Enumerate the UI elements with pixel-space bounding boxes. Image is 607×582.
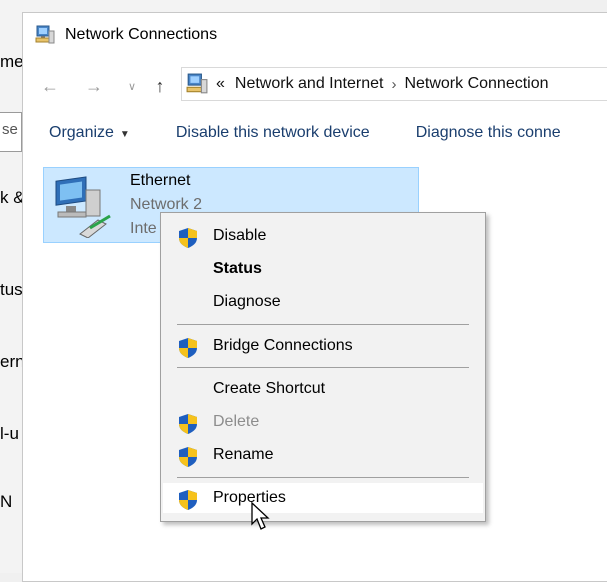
mouse-cursor-icon (251, 502, 270, 530)
address-bar[interactable]: « Network and Internet › Network Connect… (181, 67, 607, 101)
forward-arrow-icon: → (85, 75, 103, 96)
background-text-fragment: tus (0, 280, 23, 299)
menu-item-label: Status (213, 260, 262, 277)
chevron-down-icon: ∨ (127, 80, 137, 93)
disable-device-button[interactable]: Disable this network device (176, 124, 370, 142)
uac-shield-icon (179, 414, 197, 434)
menu-item-label: Create Shortcut (213, 380, 326, 397)
uac-shield-icon (179, 447, 197, 467)
title-bar[interactable]: Network Connections (23, 13, 607, 57)
command-bar: Organize ▼ Disable this network device Di… (23, 113, 607, 153)
context-menu: Disable Status Diagnose Bridge Connectio… (160, 212, 486, 522)
uac-shield-icon (179, 228, 197, 248)
ethernet-adapter-icon (55, 176, 111, 238)
up-button[interactable]: ↑ (147, 73, 173, 99)
adapter-name: Ethernet (130, 172, 191, 189)
adapter-device: Inte (130, 220, 157, 237)
menu-item-delete: Delete (163, 407, 483, 437)
breadcrumb-network-connections[interactable]: Network Connection (404, 75, 548, 93)
background-text-fragment: me (0, 52, 24, 71)
menu-item-create-shortcut[interactable]: Create Shortcut (163, 374, 483, 404)
back-arrow-icon: ← (41, 75, 59, 96)
chevron-right-icon[interactable]: › (391, 76, 396, 93)
menu-item-label: Diagnose (213, 293, 281, 310)
back-button[interactable]: ← (37, 73, 63, 99)
forward-button[interactable]: → (81, 73, 107, 99)
network-connections-icon (35, 25, 55, 44)
background-search-box[interactable]: se (0, 112, 22, 152)
background-text-fragment: N (0, 492, 13, 511)
background-text-fragment: k & (0, 188, 25, 207)
background-text-fragment: l-u (0, 424, 19, 443)
menu-item-bridge-connections[interactable]: Bridge Connections (163, 331, 483, 361)
menu-item-diagnose[interactable]: Diagnose (163, 287, 483, 317)
network-folder-icon (186, 73, 208, 94)
menu-item-label: Delete (213, 413, 260, 430)
navigation-bar: ← → ∨ ↑ « Network and Internet › Network… (23, 67, 607, 107)
breadcrumb-network-and-internet[interactable]: Network and Internet (235, 75, 384, 93)
background-search-text: se (2, 121, 18, 138)
up-arrow-icon: ↑ (155, 75, 165, 96)
menu-item-label: Disable (213, 227, 267, 244)
menu-separator (177, 367, 469, 368)
window-title: Network Connections (65, 26, 218, 43)
diagnose-connection-button[interactable]: Diagnose this conne (416, 124, 561, 142)
menu-separator (177, 324, 469, 325)
menu-item-label: Bridge Connections (213, 337, 353, 354)
organize-button[interactable]: Organize ▼ (49, 124, 130, 142)
background-text-fragment: ern (0, 352, 25, 371)
organize-label: Organize (49, 124, 114, 141)
menu-item-disable[interactable]: Disable (163, 221, 483, 251)
recent-locations-button[interactable]: ∨ (119, 73, 145, 99)
uac-shield-icon (179, 338, 197, 358)
address-overflow-icon[interactable]: « (216, 75, 225, 93)
menu-item-label: Rename (213, 446, 274, 463)
menu-item-rename[interactable]: Rename (163, 440, 483, 470)
menu-separator (177, 477, 469, 478)
uac-shield-icon (179, 490, 197, 510)
menu-item-properties[interactable]: Properties (163, 483, 483, 513)
dropdown-caret-icon: ▼ (119, 129, 130, 140)
menu-item-status[interactable]: Status (163, 254, 483, 284)
